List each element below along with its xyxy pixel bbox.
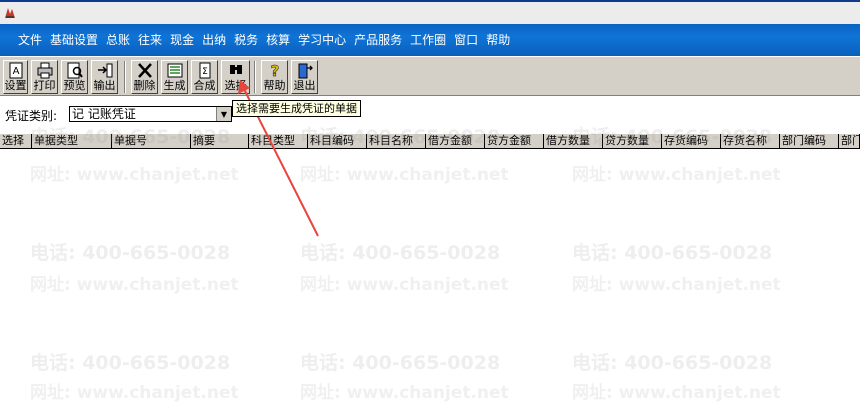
annotation-arrow-icon [238,80,319,237]
select-tooltip: 选择需要生成凭证的单据 [232,100,361,117]
